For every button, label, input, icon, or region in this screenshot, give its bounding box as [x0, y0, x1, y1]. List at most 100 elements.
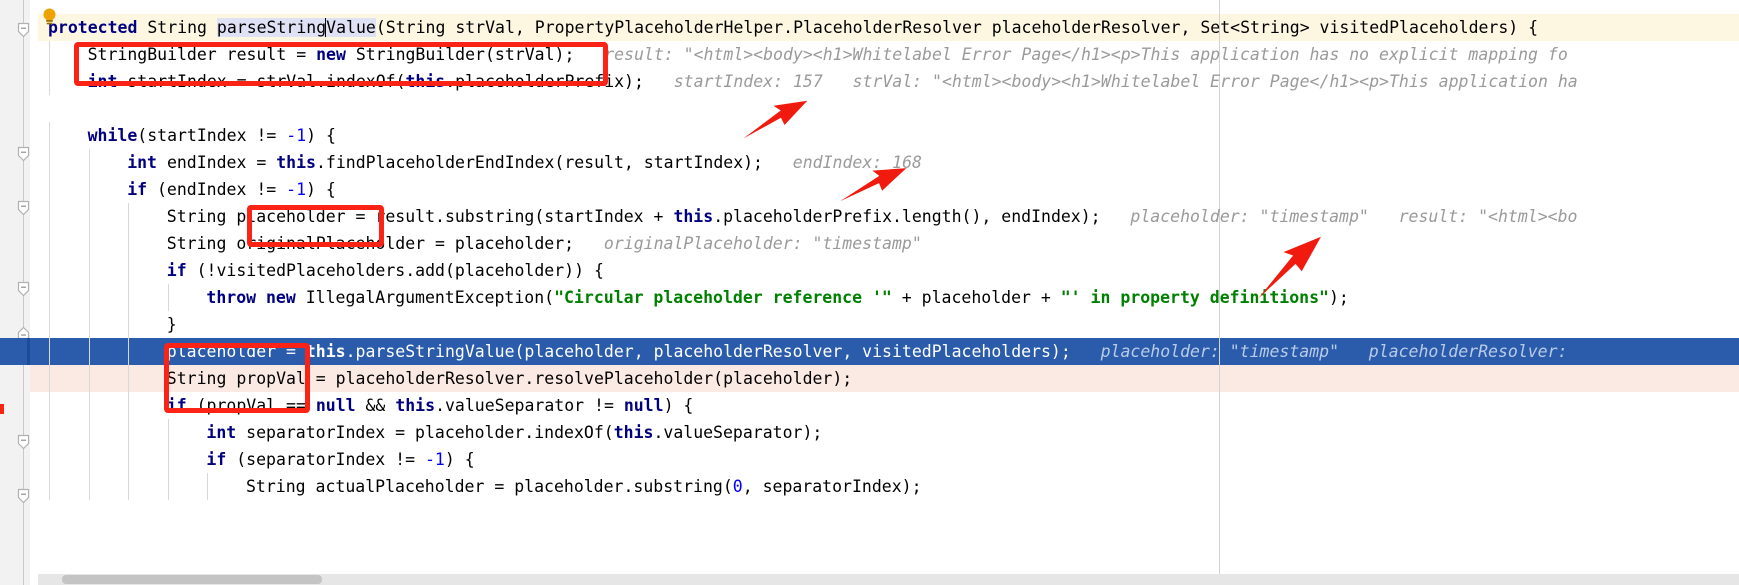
code-token: , separatorIndex); — [742, 477, 922, 496]
indent-guide — [49, 176, 50, 203]
fold-marker-collapse[interactable] — [17, 22, 30, 38]
code-token: } — [166, 315, 177, 334]
code-token: -1 — [286, 180, 307, 199]
indent-guide — [88, 230, 90, 257]
inline-debugger-hint: result: "<html><body><h1>Whitelabel Erro… — [574, 45, 1568, 64]
intention-bulb-icon[interactable] — [41, 8, 58, 26]
gutter-annotation-strip — [30, 0, 38, 585]
fold-marker-collapse[interactable] — [17, 434, 30, 450]
indent-guide — [128, 446, 130, 473]
indent-guide — [88, 203, 90, 230]
code-token: ); — [1328, 288, 1349, 307]
indent-guide — [128, 338, 130, 365]
fold-marker-collapse[interactable] — [17, 488, 30, 504]
indent-guide — [167, 419, 169, 446]
fold-marker-collapse[interactable] — [17, 146, 30, 162]
execution-line-edge-marker — [0, 404, 4, 414]
code-token: (propVal == — [196, 396, 316, 415]
code-token: int — [87, 72, 128, 91]
code-line[interactable]: int separatorIndex = placeholder.indexOf… — [206, 419, 822, 446]
indent-guide — [49, 41, 50, 68]
indent-guide — [49, 257, 50, 284]
code-token: int — [127, 153, 167, 172]
indent-guide — [49, 230, 50, 257]
fold-marker-collapse[interactable] — [17, 281, 30, 297]
code-token: this — [673, 207, 714, 226]
indent-guide — [207, 473, 209, 500]
code-line[interactable]: throw new IllegalArgumentException("Circ… — [206, 284, 1348, 311]
indent-guide — [88, 446, 90, 473]
code-token: String originalPlaceholder = placeholder… — [166, 234, 575, 253]
code-token: throw new — [206, 288, 306, 307]
code-line[interactable]: protected String parseStringValue(String… — [48, 14, 1538, 41]
selected-line-gutter-band — [0, 338, 38, 365]
indent-guide — [49, 446, 50, 473]
indent-guide — [88, 473, 90, 500]
code-line[interactable]: String propVal = placeholderResolver.res… — [167, 365, 852, 392]
code-token: protected — [48, 18, 148, 37]
code-token: (String strVal, PropertyPlaceholderHelpe… — [375, 18, 1539, 37]
inline-debugger-hint: placeholder: "timestamp" placeholderReso… — [1070, 342, 1578, 361]
code-token: startIndex = strVal.indexOf( — [127, 72, 406, 91]
indent-guide — [88, 149, 90, 176]
indent-guide — [88, 257, 90, 284]
indent-guide — [167, 284, 169, 311]
code-line[interactable]: String actualPlaceholder = placeholder.s… — [246, 473, 922, 500]
code-token: this — [276, 153, 316, 172]
code-token: if — [166, 261, 197, 280]
code-token: Value — [326, 18, 376, 37]
code-line[interactable]: int startIndex = strVal.indexOf(this.pla… — [88, 68, 1578, 95]
indent-guide — [49, 392, 50, 419]
code-token: -1 — [424, 450, 445, 469]
code-line[interactable]: if (!visitedPlaceholders.add(placeholder… — [167, 257, 604, 284]
code-line[interactable]: while(startIndex != -1) { — [88, 122, 336, 149]
code-token: if — [166, 396, 197, 415]
code-editor[interactable]: protected String parseStringValue(String… — [0, 0, 1739, 585]
code-line[interactable]: int endIndex = this.findPlaceholderEndIn… — [127, 149, 922, 176]
code-token: .valueSeparator); — [653, 423, 823, 442]
code-line[interactable]: StringBuilder result = new StringBuilder… — [88, 41, 1568, 68]
indent-guide — [128, 473, 130, 500]
code-token: ) { — [306, 126, 336, 145]
code-line[interactable]: if (endIndex != -1) { — [127, 176, 336, 203]
code-line[interactable]: if (propVal == null && this.valueSeparat… — [167, 392, 694, 419]
code-token: this — [395, 396, 436, 415]
code-token: .parseStringValue(placeholder, placehold… — [345, 342, 1071, 361]
indent-guide — [167, 473, 169, 500]
code-token: -1 — [286, 126, 307, 145]
indent-guide — [49, 419, 50, 446]
horizontal-scrollbar-thumb[interactable] — [62, 575, 322, 584]
indent-guide — [128, 257, 130, 284]
code-token: ) { — [663, 396, 694, 415]
selected-line-gutter-stripe — [27, 338, 30, 365]
indent-guide — [49, 149, 50, 176]
code-token: .valueSeparator != — [435, 396, 624, 415]
indent-guide — [49, 365, 50, 392]
indent-guide — [88, 284, 90, 311]
indent-guide — [128, 284, 130, 311]
code-line[interactable]: placeholder = this.parseStringValue(plac… — [167, 338, 1578, 365]
code-line[interactable]: if (separatorIndex != -1) { — [206, 446, 474, 473]
code-token: this — [305, 342, 346, 361]
code-token: "Circular placeholder reference '" — [554, 288, 892, 307]
code-line[interactable]: String placeholder = result.substring(st… — [167, 203, 1578, 230]
code-token: StringBuilder result = — [87, 45, 317, 64]
code-token: String actualPlaceholder = placeholder.s… — [246, 477, 733, 496]
code-token: ) { — [306, 180, 336, 199]
indent-guide — [128, 311, 130, 338]
indent-guide — [49, 122, 50, 149]
code-token: endIndex = — [166, 153, 277, 172]
code-token: separatorIndex = placeholder.indexOf( — [246, 423, 614, 442]
code-token: String placeholder = result.substring(st… — [166, 207, 674, 226]
code-token: new — [316, 45, 356, 64]
fold-marker-collapse[interactable] — [17, 200, 30, 216]
code-token: placeholder = — [166, 342, 306, 361]
indent-guide — [128, 230, 130, 257]
indent-guide — [128, 365, 130, 392]
indent-guide — [49, 284, 50, 311]
code-line[interactable]: } — [167, 311, 177, 338]
code-line[interactable]: String originalPlaceholder = placeholder… — [167, 230, 922, 257]
indent-guide — [88, 311, 90, 338]
inline-debugger-hint: startIndex: 157 strVal: "<html><body><h1… — [643, 72, 1578, 91]
indent-guide — [128, 419, 130, 446]
